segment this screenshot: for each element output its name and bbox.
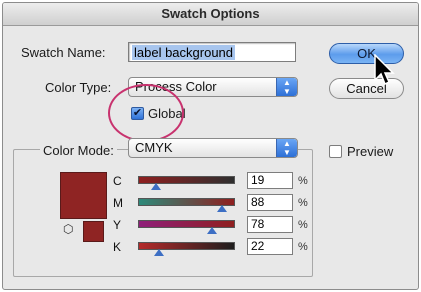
preview-label: Preview [347,144,394,159]
slider-thumb-c[interactable] [151,183,162,190]
color-type-label: Color Type: [45,80,112,95]
slider-track-k[interactable] [138,242,235,250]
percent-label: % [298,219,308,231]
swatch-name-input[interactable]: label background [128,42,296,62]
swatch-name-value: label background [132,45,236,60]
value-field-c[interactable]: 19 [247,172,293,189]
slider-thumb-m[interactable] [216,205,227,212]
channel-label-y: Y [113,218,122,232]
preview-checkbox[interactable] [329,145,342,158]
swatch-name-label: Swatch Name: [21,45,106,60]
color-type-value: Process Color [135,79,217,94]
ok-button[interactable]: OK [329,43,404,64]
channel-label-m: M [113,196,123,210]
percent-label: % [298,241,308,253]
color-mode-select[interactable]: CMYK ▲ ▼ [128,138,298,158]
dialog-title: Swatch Options [3,3,418,26]
value-field-y[interactable]: 78 [247,216,293,233]
color-mode-value: CMYK [135,140,173,155]
slider-thumb-k[interactable] [153,249,164,256]
color-mode-group [13,149,313,277]
slider-track-y[interactable] [138,220,235,228]
percent-label: % [298,175,308,187]
global-checkbox[interactable]: ✔ [131,107,144,120]
color-swatch-small[interactable] [83,221,104,242]
slider-thumb-y[interactable] [207,227,218,234]
color-swatch-preview [60,172,107,219]
percent-label: % [298,197,308,209]
cube-icon[interactable]: ⬡ [63,222,73,236]
channel-label-k: K [113,240,122,254]
global-label: Global [148,106,186,121]
popup-arrows-icon: ▲ ▼ [276,78,297,96]
cancel-button[interactable]: Cancel [329,78,404,99]
value-field-m[interactable]: 88 [247,194,293,211]
popup-arrows-icon: ▲ ▼ [276,139,297,157]
value-field-k[interactable]: 22 [247,238,293,255]
channel-label-c: C [113,174,122,188]
color-type-select[interactable]: Process Color ▲ ▼ [128,77,298,97]
color-mode-label: Color Mode: [40,143,117,158]
